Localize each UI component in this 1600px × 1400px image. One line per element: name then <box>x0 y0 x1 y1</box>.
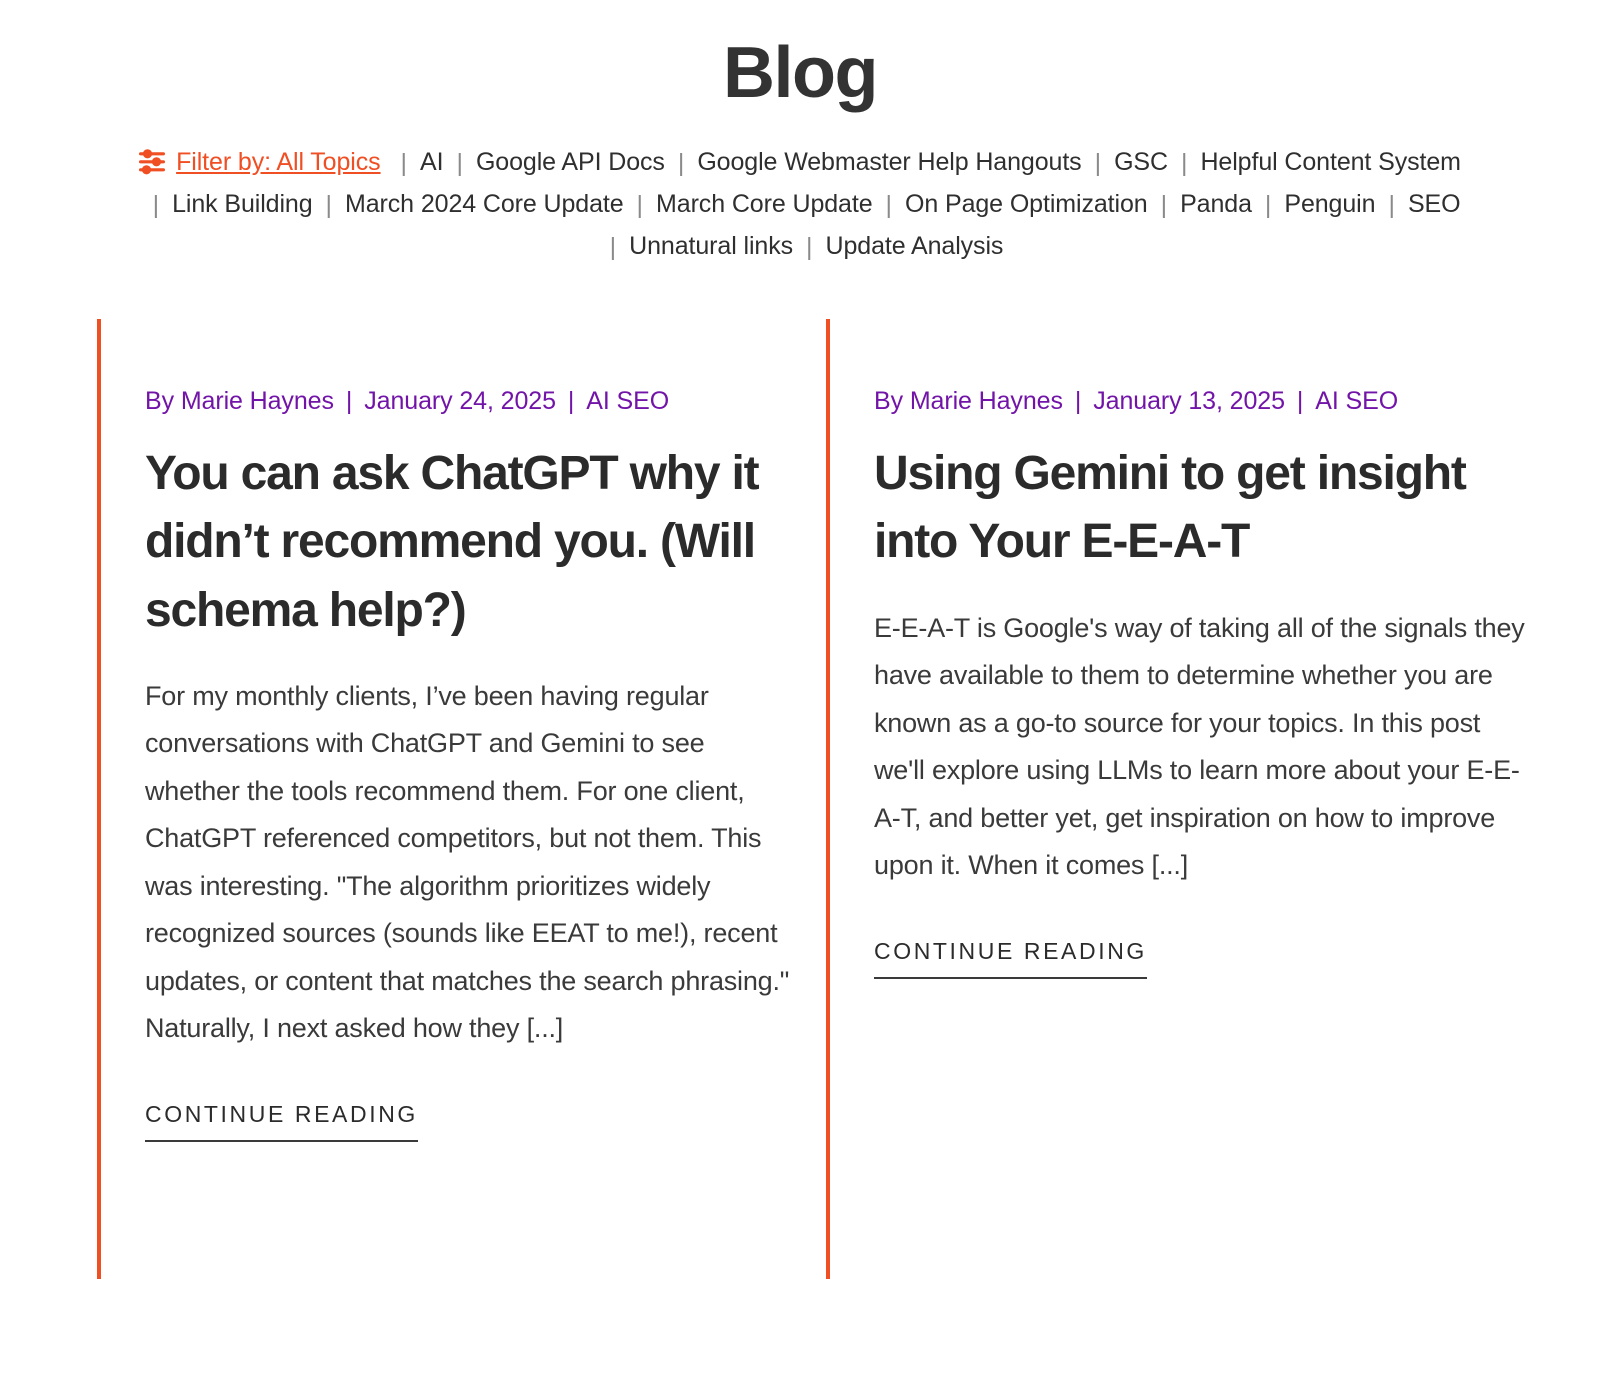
topic-link-penguin[interactable]: Penguin <box>1284 190 1375 218</box>
filter-separator: | <box>1264 191 1272 220</box>
post-title: You can ask ChatGPT why it didn’t recomm… <box>145 440 826 644</box>
filter-separator: | <box>1160 191 1168 220</box>
blog-post-card: By Marie Haynes | January 13, 2025 | AI SEO … <box>826 319 1555 1280</box>
filter-separator: | <box>325 191 333 220</box>
blog-post-card: By Marie Haynes | January 24, 2025 | AI SEO … <box>97 319 826 1280</box>
filter-separator: | <box>1180 149 1188 178</box>
post-date: January 13, 2025 <box>1093 387 1285 416</box>
meta-separator: | <box>567 387 575 416</box>
filter-separator: | <box>456 149 463 178</box>
continue-reading-link[interactable]: CONTINUE READING <box>874 938 1147 979</box>
topic-link-link-building[interactable]: Link Building <box>172 190 313 218</box>
topic-link-march-2024-core-update[interactable]: March 2024 Core Update <box>345 190 624 218</box>
filter-separator: | <box>1094 149 1102 178</box>
post-excerpt: E-E-A-T is Google's way of taking all of… <box>874 612 1525 881</box>
post-excerpt: For my monthly clients, I’ve been having… <box>145 680 790 1044</box>
filter-separator: | <box>636 191 644 220</box>
filter-separator: | <box>885 191 893 220</box>
topic-link-update-analysis[interactable]: Update Analysis <box>826 232 1004 260</box>
post-date: January 24, 2025 <box>364 387 556 416</box>
page-title: Blog <box>723 33 878 113</box>
filter-separator: | <box>400 149 408 178</box>
sliders-filter-icon <box>139 149 167 175</box>
post-title-link[interactable]: You can ask ChatGPT why it didn’t recomm… <box>145 447 760 636</box>
topic-link-seo[interactable]: SEO <box>1408 190 1461 218</box>
post-meta: By Marie Haynes | January 24, 2025 | AI SEO <box>145 319 826 416</box>
topic-link-google-api-docs[interactable]: Google API Docs <box>476 148 665 176</box>
continue-reading-link[interactable]: CONTINUE READING <box>145 1101 418 1142</box>
post-category-link[interactable]: AI SEO <box>586 387 669 415</box>
filter-by-all-topics-link[interactable]: Filter by: All Topics <box>176 148 381 176</box>
meta-separator: | <box>1074 387 1082 416</box>
post-meta: By Marie Haynes | January 13, 2025 | AI SEO <box>874 319 1555 416</box>
meta-separator: | <box>345 387 353 416</box>
filter-separator: | <box>806 233 813 262</box>
post-author-link[interactable]: By Marie Haynes <box>145 387 334 415</box>
topic-link-ai[interactable]: AI <box>420 148 444 176</box>
meta-separator: | <box>1296 387 1304 416</box>
post-category-link[interactable]: AI SEO <box>1315 387 1398 415</box>
topic-link-gsc[interactable]: GSC <box>1114 148 1168 176</box>
continue-reading-wrap: CONTINUE READING <box>145 1101 826 1142</box>
filter-separator: | <box>609 233 617 262</box>
topic-link-unnatural-links[interactable]: Unnatural links <box>629 232 793 260</box>
filter-separator: | <box>677 149 685 178</box>
continue-reading-wrap: CONTINUE READING <box>874 938 1555 979</box>
post-author-link[interactable]: By Marie Haynes <box>874 387 1063 415</box>
topic-link-helpful-content-system[interactable]: Helpful Content System <box>1200 148 1461 176</box>
topic-link-panda[interactable]: Panda <box>1180 190 1252 218</box>
blog-post-list: By Marie Haynes | January 24, 2025 | AI SEO … <box>45 267 1555 1280</box>
topic-link-on-page-optimization[interactable]: On Page Optimization <box>905 190 1148 218</box>
topic-link-google-webmaster-help-hangouts[interactable]: Google Webmaster Help Hangouts <box>697 148 1081 176</box>
topic-link-march-core-update[interactable]: March Core Update <box>656 190 873 218</box>
filter-separator: | <box>152 191 160 220</box>
topic-filter-bar: Filter by: All Topics | AI | Google API Doc… <box>80 113 1520 267</box>
filter-separator: | <box>1388 191 1395 220</box>
post-title: Using Gemini to get insight into Your E-… <box>874 440 1555 576</box>
post-title-link[interactable]: Using Gemini to get insight into Your E-… <box>874 447 1467 568</box>
